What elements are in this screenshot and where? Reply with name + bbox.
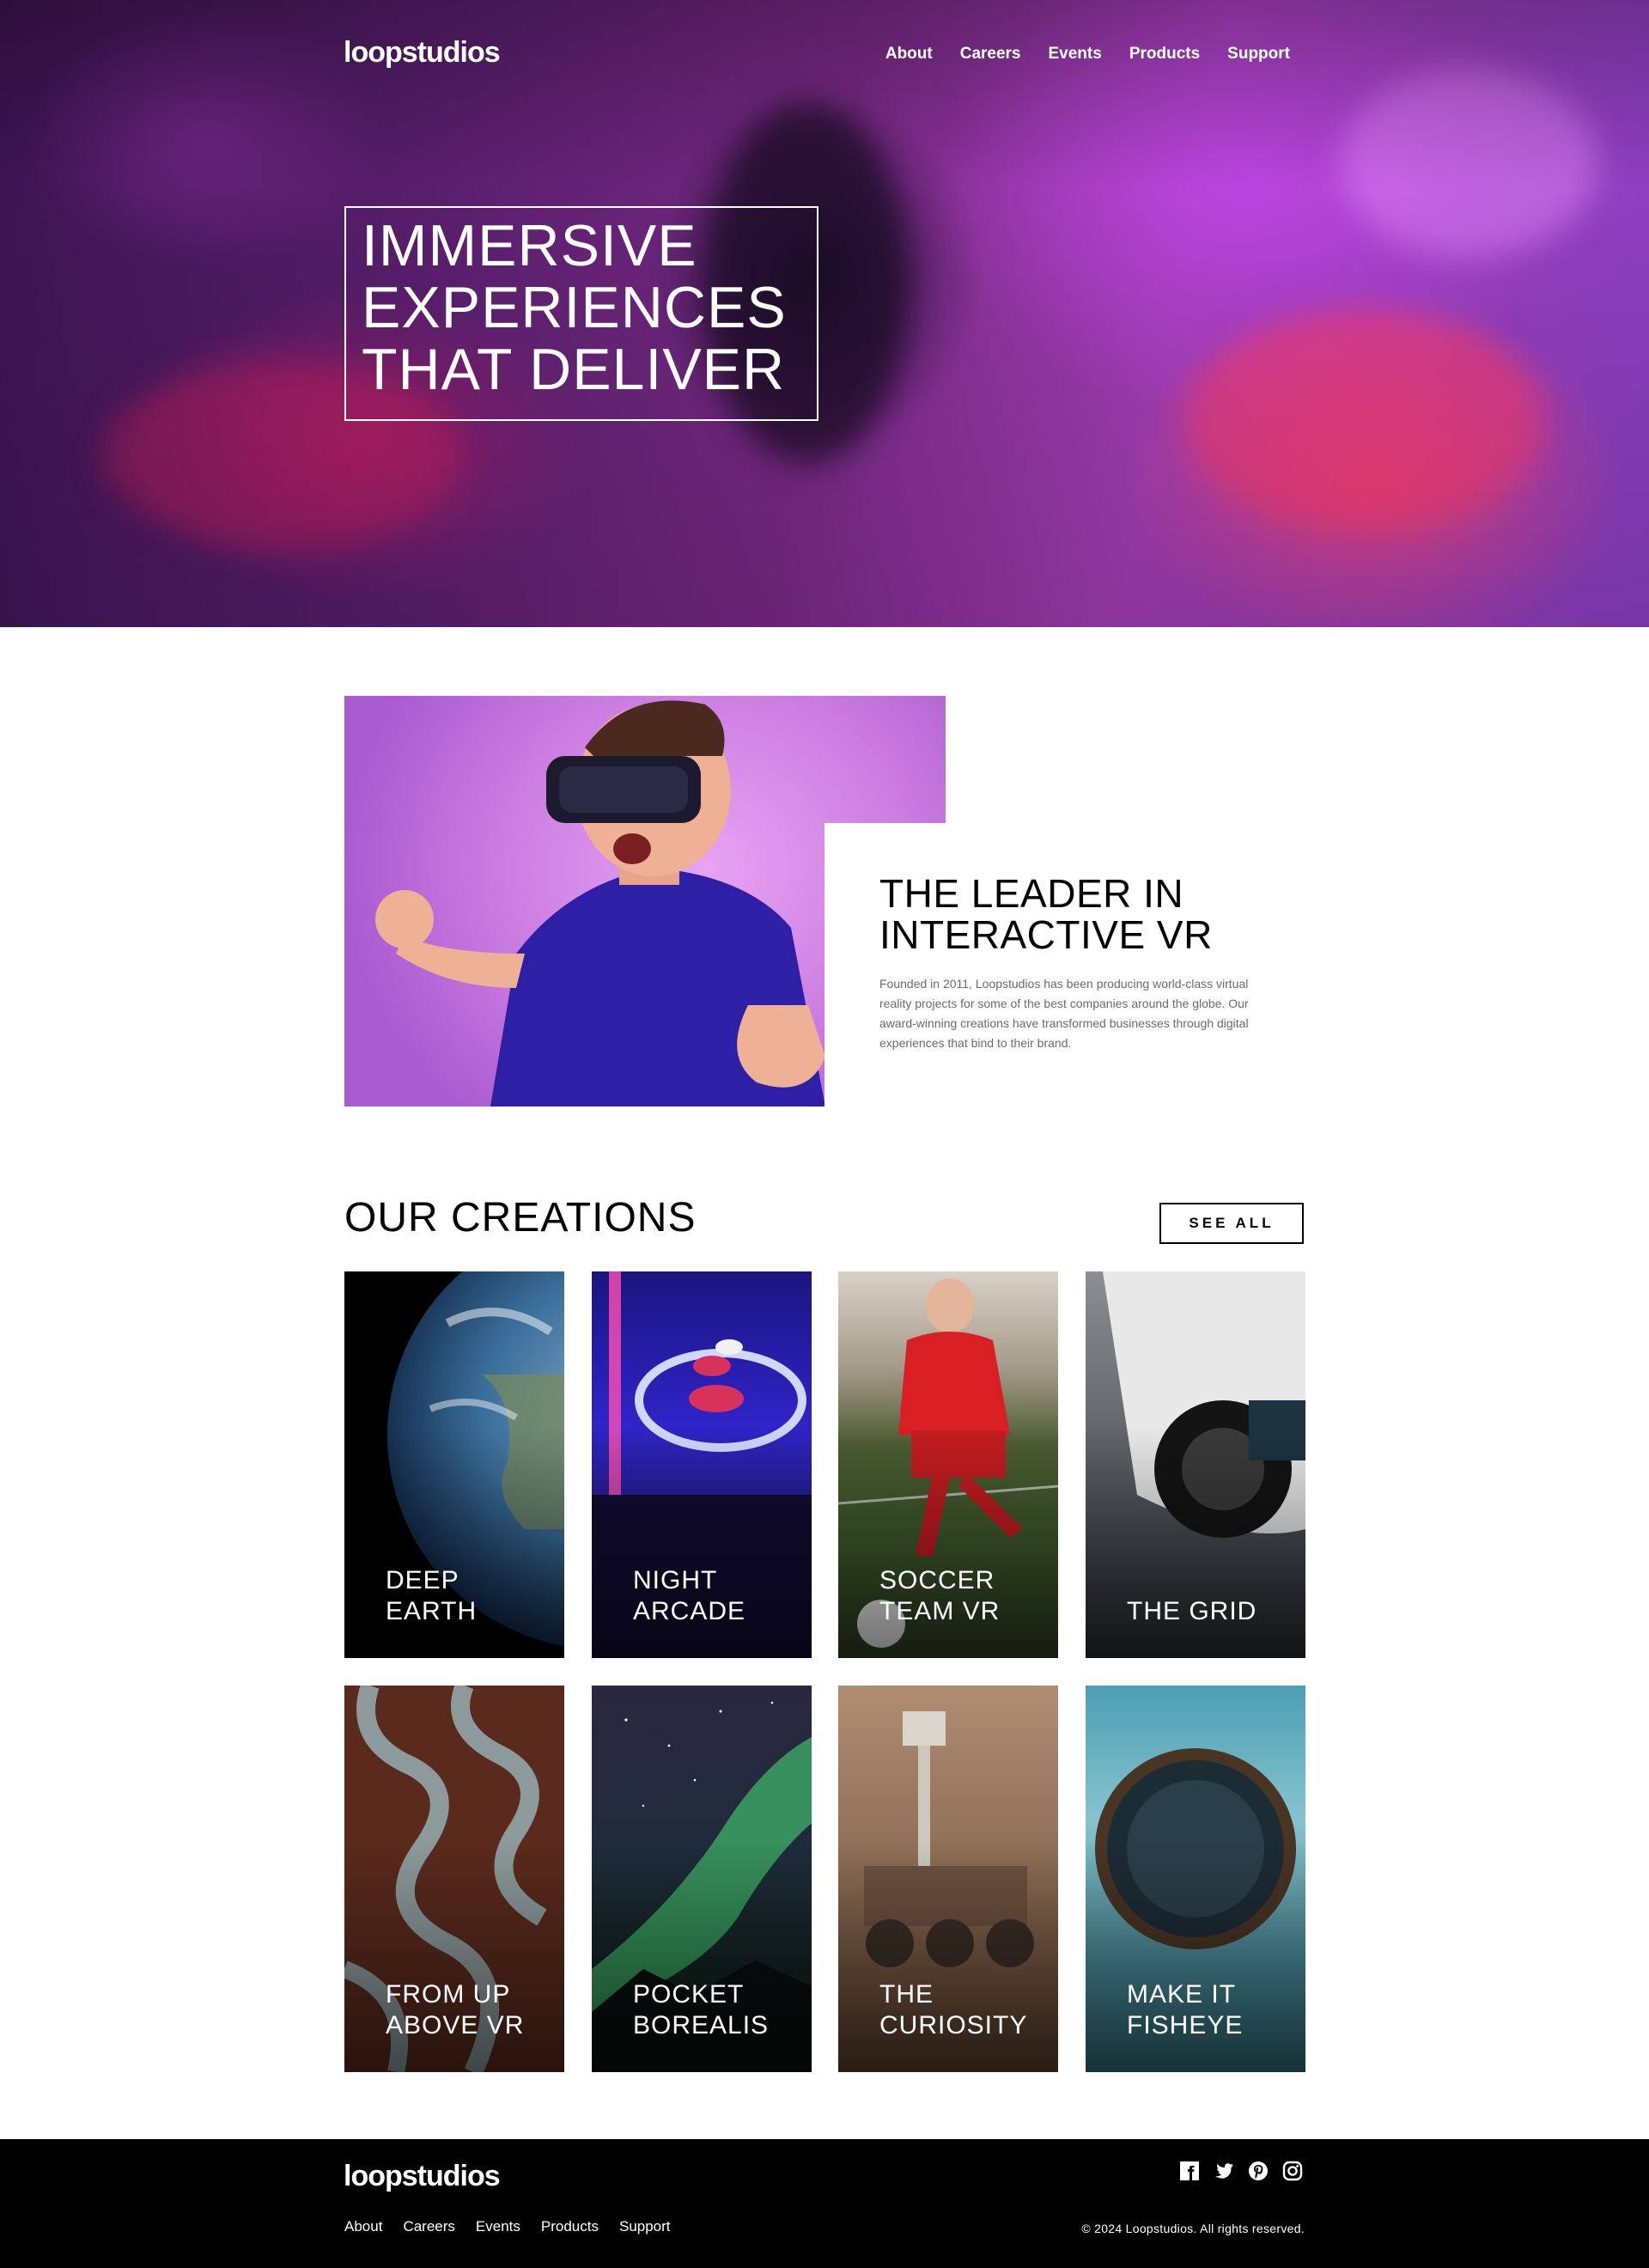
creation-card-the-grid[interactable]: THE GRID: [1086, 1271, 1305, 1658]
leader-heading-line: INTERACTIVE VR: [879, 912, 1213, 957]
card-title-line: MAKE IT: [1127, 1980, 1237, 2009]
nav-item-careers[interactable]: Careers: [960, 45, 1021, 64]
footer-nav-item-careers[interactable]: Careers: [403, 2218, 454, 2235]
nav-item-support[interactable]: Support: [1227, 45, 1290, 64]
creation-card-the-curiosity[interactable]: THE CURIOSITY: [838, 1686, 1058, 2072]
hero-headline-box: IMMERSIVE EXPERIENCES THAT DELIVER: [344, 206, 818, 421]
card-title: MAKE IT FISHEYE: [1127, 1979, 1288, 2041]
leader-text-block: THE LEADER IN INTERACTIVE VR Founded in …: [879, 873, 1275, 1053]
creation-card-deep-earth[interactable]: DEEP EARTH: [344, 1271, 564, 1658]
card-title-line: NIGHT: [633, 1566, 718, 1594]
card-title-line: EARTH: [386, 1597, 478, 1625]
footer-nav-item-support[interactable]: Support: [619, 2218, 671, 2235]
facebook-icon[interactable]: [1178, 2160, 1201, 2182]
creations-heading: OUR CREATIONS: [344, 1195, 697, 1241]
card-title-line: DEEP: [386, 1566, 459, 1594]
nav-item-events[interactable]: Events: [1049, 45, 1102, 64]
footer-nav-item-events[interactable]: Events: [476, 2218, 520, 2235]
site-footer: loopstudios About Careers Events Product…: [0, 2139, 1649, 2268]
instagram-icon[interactable]: [1281, 2160, 1304, 2182]
card-title-line: FISHEYE: [1127, 2011, 1244, 2039]
creation-card-soccer-team-vr[interactable]: SOCCER TEAM VR: [838, 1271, 1058, 1658]
card-title: SOCCER TEAM VR: [879, 1565, 1041, 1627]
leader-description: Founded in 2011, Loopstudios has been pr…: [879, 977, 1249, 1050]
hero-section: loopstudios About Careers Events Product…: [0, 0, 1649, 627]
card-title-line: POCKET: [633, 1980, 745, 2009]
card-title: DEEP EARTH: [386, 1565, 547, 1627]
creation-card-night-arcade[interactable]: NIGHT ARCADE: [592, 1271, 812, 1658]
card-title-line: ARCADE: [633, 1597, 746, 1625]
site-logo[interactable]: loopstudios: [344, 36, 501, 70]
card-title-line: TEAM VR: [879, 1597, 1001, 1625]
leader-heading: THE LEADER IN INTERACTIVE VR: [879, 873, 1275, 955]
copyright-text: © 2024 Loopstudios. All rights reserved.: [1081, 2222, 1305, 2235]
nav-item-products[interactable]: Products: [1129, 45, 1200, 64]
hero-image-overlay: [0, 0, 1649, 627]
card-title: NIGHT ARCADE: [633, 1565, 794, 1627]
creation-card-pocket-borealis[interactable]: POCKET BOREALIS: [592, 1686, 812, 2072]
footer-logo[interactable]: loopstudios: [344, 2160, 501, 2193]
footer-nav-item-about[interactable]: About: [344, 2218, 382, 2235]
social-links: [1178, 2160, 1304, 2182]
hero-headline-line: IMMERSIVE: [362, 213, 697, 278]
card-title-line: SOCCER: [879, 1566, 995, 1594]
card-title-line: FROM UP: [386, 1980, 511, 2009]
footer-nav-item-products[interactable]: Products: [541, 2218, 599, 2235]
card-title-line: THE GRID: [1127, 1597, 1257, 1625]
see-all-button[interactable]: SEE ALL: [1159, 1203, 1304, 1244]
card-title: POCKET BOREALIS: [633, 1979, 794, 2041]
card-title-line: THE: [879, 1980, 934, 2009]
hero-headline-line: THAT DELIVER: [362, 337, 786, 402]
main-nav: About Careers Events Products Support: [885, 45, 1290, 64]
card-title-line: ABOVE VR: [386, 2011, 525, 2039]
twitter-icon[interactable]: [1213, 2160, 1235, 2182]
card-title: THE CURIOSITY: [879, 1979, 1041, 2041]
leader-heading-line: THE LEADER IN: [879, 871, 1184, 916]
nav-item-about[interactable]: About: [885, 45, 933, 64]
footer-nav: About Careers Events Products Support: [344, 2218, 671, 2235]
card-title: THE GRID: [1127, 1596, 1288, 1627]
card-title: FROM UP ABOVE VR: [386, 1979, 547, 2041]
hero-headline-line: EXPERIENCES: [362, 275, 787, 340]
card-title-line: CURIOSITY: [879, 2011, 1028, 2039]
creation-card-make-it-fisheye[interactable]: MAKE IT FISHEYE: [1086, 1686, 1305, 2072]
pinterest-icon[interactable]: [1247, 2160, 1269, 2182]
card-title-line: BOREALIS: [633, 2011, 770, 2039]
creation-card-from-up-above-vr[interactable]: FROM UP ABOVE VR: [344, 1686, 564, 2072]
